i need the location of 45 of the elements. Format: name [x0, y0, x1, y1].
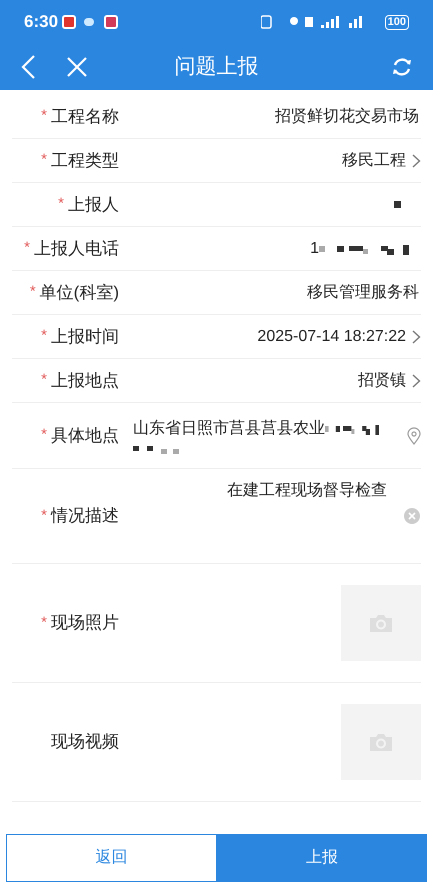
- close-icon[interactable]: [66, 56, 88, 78]
- refresh-icon[interactable]: [391, 56, 413, 78]
- chevron-right-icon: [412, 330, 421, 344]
- message-icon: [84, 18, 94, 26]
- battery-level: 100: [384, 14, 409, 30]
- required-mark: *: [41, 326, 47, 346]
- required-mark: *: [24, 238, 30, 258]
- required-mark: *: [41, 106, 47, 126]
- app-icon: [104, 15, 118, 29]
- field-value: 移民管理服务科: [307, 282, 419, 302]
- field-label: 情况描述: [51, 505, 119, 528]
- chevron-right-icon: [412, 154, 421, 168]
- required-mark: *: [41, 506, 47, 526]
- field-label: 具体地点: [51, 424, 119, 447]
- submit-button[interactable]: 上报: [216, 834, 427, 882]
- field-label: 现场视频: [51, 731, 119, 754]
- status-time: 6:30: [24, 11, 58, 34]
- field-label: 上报人电话: [34, 238, 119, 260]
- field-value: 招贤鲜切花交易市场: [275, 106, 419, 126]
- required-mark: *: [41, 150, 47, 170]
- required-mark: *: [30, 282, 36, 302]
- field-label: 工程类型: [51, 150, 119, 172]
- required-mark: *: [41, 370, 47, 390]
- field-value: 1: [310, 238, 319, 258]
- notification-icon: [62, 15, 76, 29]
- clear-icon[interactable]: [403, 507, 421, 525]
- field-label: 上报人: [68, 194, 119, 216]
- required-mark: *: [58, 194, 64, 214]
- page-title: 问题上报: [174, 54, 258, 80]
- select-field[interactable]: 招贤镇: [119, 368, 421, 392]
- description-field[interactable]: 在建工程现场督导检查: [119, 469, 403, 563]
- field-label: 工程名称: [51, 106, 119, 128]
- field-label: 现场照片: [51, 612, 119, 634]
- required-mark: *: [41, 612, 47, 633]
- location-pin-icon[interactable]: [407, 426, 421, 444]
- field-value: 山东省日照市莒县莒县农业: [133, 418, 325, 438]
- field-label: 上报时间: [51, 326, 119, 348]
- required-mark: *: [41, 425, 47, 446]
- chevron-right-icon: [412, 374, 421, 388]
- field-label: 单位(科室): [40, 282, 119, 304]
- select-field[interactable]: 移民工程: [119, 148, 421, 172]
- field-label: 上报地点: [51, 370, 119, 392]
- back-button[interactable]: 返回: [6, 834, 216, 882]
- back-icon[interactable]: [20, 54, 36, 80]
- select-field[interactable]: 2025-07-14 18:27:22: [119, 324, 421, 348]
